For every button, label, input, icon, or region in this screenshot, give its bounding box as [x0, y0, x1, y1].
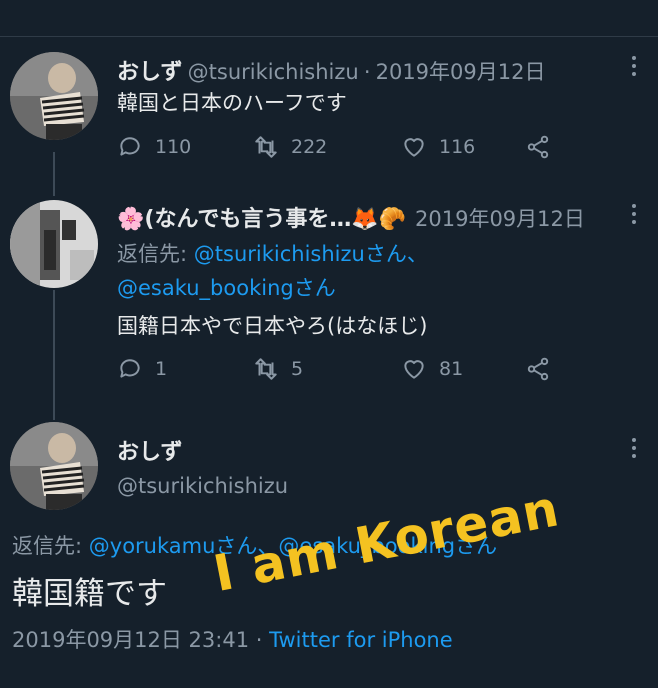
mention-link[interactable]: @esaku_bookingさん: [117, 276, 336, 300]
separator: ·: [255, 628, 263, 652]
top-divider: [0, 36, 658, 37]
tweet-text: 韓国と日本のハーフです: [117, 91, 347, 115]
retweet-icon: [255, 136, 277, 158]
share-icon: [527, 357, 549, 381]
mention-link[interactable]: @tsurikichishizuさん、: [194, 242, 428, 266]
share-button[interactable]: [525, 356, 551, 382]
tweet-text: 韓国籍です: [12, 576, 167, 612]
retweet-button[interactable]: 222: [253, 134, 401, 160]
author-name[interactable]: おしず: [117, 434, 183, 466]
reply-prefix: 返信先:: [12, 534, 89, 558]
tweet-timestamp[interactable]: 2019年09月12日 23:41: [12, 628, 249, 652]
avatar[interactable]: [10, 422, 98, 510]
author-name[interactable]: 🌸(なんでも言う事を…🦊🥐: [117, 207, 406, 232]
author-name[interactable]: おしず: [117, 60, 183, 85]
retweet-count: 222: [291, 136, 328, 158]
tweet-date[interactable]: 2019年09月12日: [415, 203, 585, 233]
retweet-count: 5: [291, 358, 304, 380]
client-link[interactable]: Twitter for iPhone: [269, 628, 453, 652]
reply-prefix: 返信先:: [117, 242, 194, 266]
share-icon: [527, 135, 549, 159]
author-handle[interactable]: @tsurikichishizu: [117, 474, 288, 498]
avatar[interactable]: [10, 52, 98, 140]
separator: ·: [363, 60, 371, 84]
like-button[interactable]: 116: [401, 134, 525, 160]
thread-line: [53, 152, 55, 196]
thread-line: [53, 290, 55, 420]
like-icon: [404, 360, 424, 379]
avatar[interactable]: [10, 200, 98, 288]
author-handle[interactable]: @tsurikichishizu: [188, 60, 359, 84]
reply-icon: [120, 137, 140, 156]
like-count: 81: [439, 358, 464, 380]
tweet-text: 国籍日本やで日本やろ(はなほじ): [117, 314, 428, 338]
retweet-button[interactable]: 5: [253, 356, 401, 382]
tweet-date[interactable]: 2019年09月12日: [376, 60, 546, 84]
like-icon: [404, 138, 424, 157]
retweet-icon: [255, 358, 277, 380]
like-button[interactable]: 81: [401, 356, 525, 382]
reply-button[interactable]: 1: [117, 356, 253, 382]
reply-count: 1: [155, 358, 168, 380]
more-icon[interactable]: [630, 204, 638, 228]
more-icon[interactable]: [630, 56, 638, 80]
reply-icon: [120, 359, 140, 378]
share-button[interactable]: [525, 134, 551, 160]
reply-button[interactable]: 110: [117, 134, 253, 160]
like-count: 116: [439, 136, 476, 158]
more-icon[interactable]: [630, 438, 638, 462]
reply-count: 110: [155, 136, 192, 158]
